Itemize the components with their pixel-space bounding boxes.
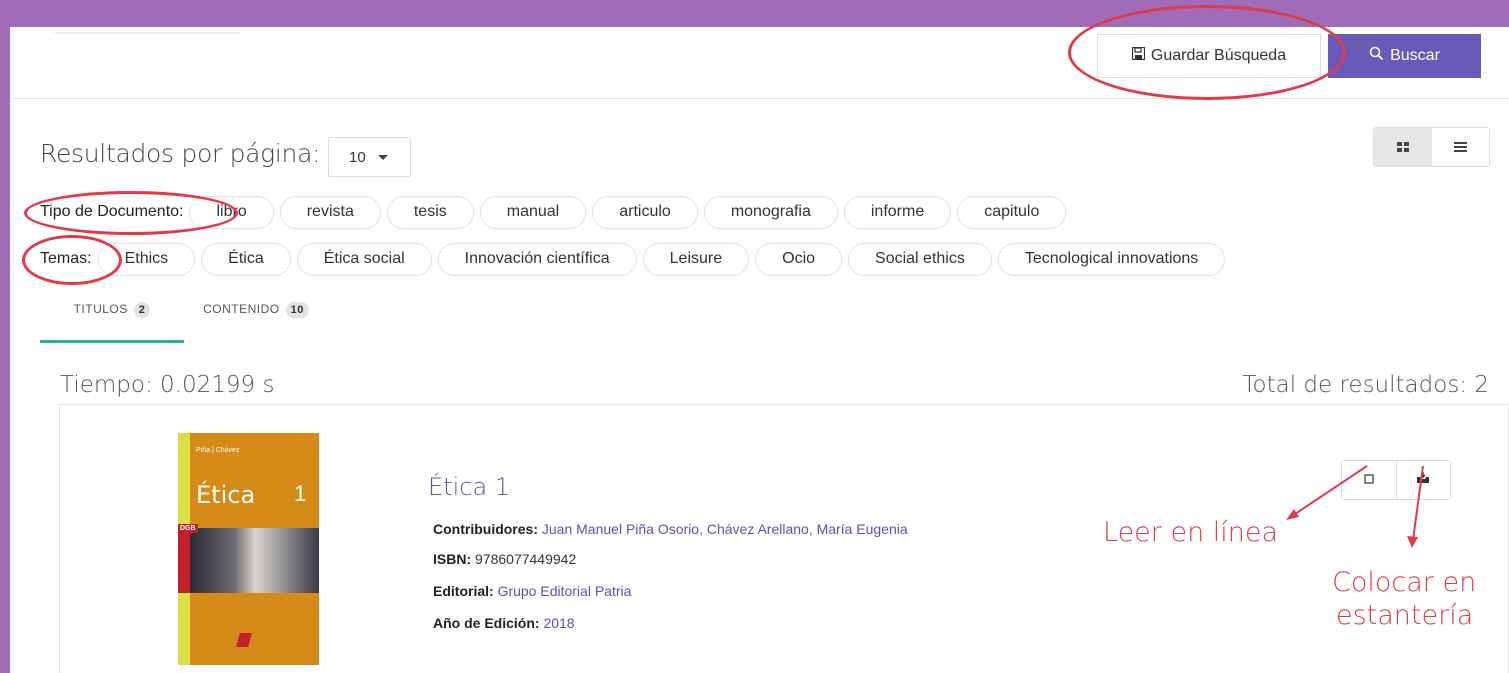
tab-titulos[interactable]: TITULOS 2 xyxy=(40,295,184,343)
caret-down-icon xyxy=(377,154,388,160)
chip-tesis[interactable]: tesis xyxy=(386,195,474,229)
search-button[interactable]: Buscar xyxy=(1328,34,1481,78)
book-open-icon xyxy=(1364,471,1374,489)
annotation-shelf-line2: estantería xyxy=(1336,600,1474,631)
isbn-label: ISBN: xyxy=(433,551,472,567)
cover-number: 1 xyxy=(294,481,307,506)
year-value[interactable]: 2018 xyxy=(543,615,574,631)
result-tabs: TITULOS 2 CONTENIDO 10 xyxy=(40,295,328,343)
publisher-line: Editorial: Grupo Editorial Patria xyxy=(433,583,631,599)
tab-contenido-count: 10 xyxy=(285,302,309,318)
chip-social-ethics[interactable]: Social ethics xyxy=(848,242,992,276)
chip-tecnological-innovations[interactable]: Tecnological innovations xyxy=(997,242,1226,276)
year-label: Año de Edición: xyxy=(433,615,540,631)
cover-badge: DGB xyxy=(178,524,198,533)
annotation-shelf-line1: Colocar en xyxy=(1332,567,1477,598)
shelf-inbox-icon xyxy=(1416,471,1430,489)
save-search-label: Guardar Búsqueda xyxy=(1150,47,1287,64)
cover-title: Ética xyxy=(196,481,256,509)
top-tab-stub xyxy=(55,32,240,34)
publisher-label: Editorial: xyxy=(433,583,494,599)
publisher-logo-icon xyxy=(236,633,252,647)
chip-leisure[interactable]: Leisure xyxy=(642,242,750,276)
results-per-page-select[interactable]: 10 xyxy=(328,137,411,177)
search-label: Buscar xyxy=(1390,47,1440,64)
cover-photo xyxy=(178,528,319,593)
chip-ethics[interactable]: Ethics xyxy=(97,242,196,276)
chip-articulo[interactable]: articulo xyxy=(592,195,698,229)
search-icon xyxy=(1369,46,1384,66)
chip-ocio[interactable]: Ocio xyxy=(755,242,843,276)
contributors-line: Contribuidores: Juan Manuel Piña Osorio,… xyxy=(433,521,908,537)
search-time: Tiempo: 0.02199 s xyxy=(60,372,275,398)
grid-view-button[interactable] xyxy=(1374,128,1432,166)
chip-monografia[interactable]: monografia xyxy=(703,195,838,229)
main-panel: Guardar Búsqueda Buscar Resultados por p… xyxy=(10,27,1509,673)
tab-titulos-count: 2 xyxy=(133,302,151,318)
tab-titulos-label: TITULOS xyxy=(73,302,128,316)
book-cover[interactable]: Piña | Chávez Ética 1 DGB xyxy=(178,433,319,665)
book-title[interactable]: Ética 1 xyxy=(428,473,510,501)
topics-filter: Temas: Ethics Ética Ética social Innovac… xyxy=(40,242,1231,276)
read-online-button[interactable] xyxy=(1342,461,1396,499)
cover-authors: Piña | Chávez xyxy=(196,447,240,454)
contributors-value[interactable]: Juan Manuel Piña Osorio, Chávez Arellano… xyxy=(542,521,908,537)
top-bar: Guardar Búsqueda Buscar xyxy=(10,27,1509,99)
chip-innovacion-cientifica[interactable]: Innovación científica xyxy=(437,242,637,276)
contributors-label: Contribuidores: xyxy=(433,521,538,537)
results-per-page-label: Resultados por página: xyxy=(40,139,321,168)
chip-revista[interactable]: revista xyxy=(279,195,381,229)
result-card: Piña | Chávez Ética 1 DGB Ética 1 Contri… xyxy=(59,404,1509,673)
topics-label: Temas: xyxy=(40,250,92,267)
view-toggle xyxy=(1373,127,1490,167)
chip-libro[interactable]: libro xyxy=(189,195,274,229)
tab-contenido[interactable]: CONTENIDO 10 xyxy=(184,295,328,343)
document-type-label: Tipo de Documento: xyxy=(40,203,184,220)
year-line: Año de Edición: 2018 xyxy=(433,615,575,631)
chip-informe[interactable]: informe xyxy=(843,195,952,229)
publisher-value[interactable]: Grupo Editorial Patria xyxy=(498,583,632,599)
total-results: Total de resultados: 2 xyxy=(1242,372,1489,398)
tab-contenido-label: CONTENIDO xyxy=(203,302,280,316)
list-view-button[interactable] xyxy=(1432,128,1490,166)
isbn-value: 9786077449942 xyxy=(475,551,577,567)
add-to-shelf-button[interactable] xyxy=(1395,461,1451,499)
list-icon xyxy=(1453,142,1467,152)
result-actions xyxy=(1341,460,1451,500)
annotation-read-online: Leer en línea xyxy=(1103,517,1279,548)
grid-icon xyxy=(1396,142,1409,152)
results-per-page-value: 10 xyxy=(349,148,366,166)
save-search-button[interactable]: Guardar Búsqueda xyxy=(1097,34,1321,78)
document-type-filter: Tipo de Documento: libro revista tesis m… xyxy=(40,195,1072,229)
chip-etica[interactable]: Ética xyxy=(201,242,291,276)
floppy-disk-icon xyxy=(1131,46,1145,65)
chip-manual[interactable]: manual xyxy=(479,195,587,229)
chip-etica-social[interactable]: Ética social xyxy=(296,242,432,276)
isbn-line: ISBN: 9786077449942 xyxy=(433,551,576,567)
chip-capitulo[interactable]: capitulo xyxy=(957,195,1067,229)
